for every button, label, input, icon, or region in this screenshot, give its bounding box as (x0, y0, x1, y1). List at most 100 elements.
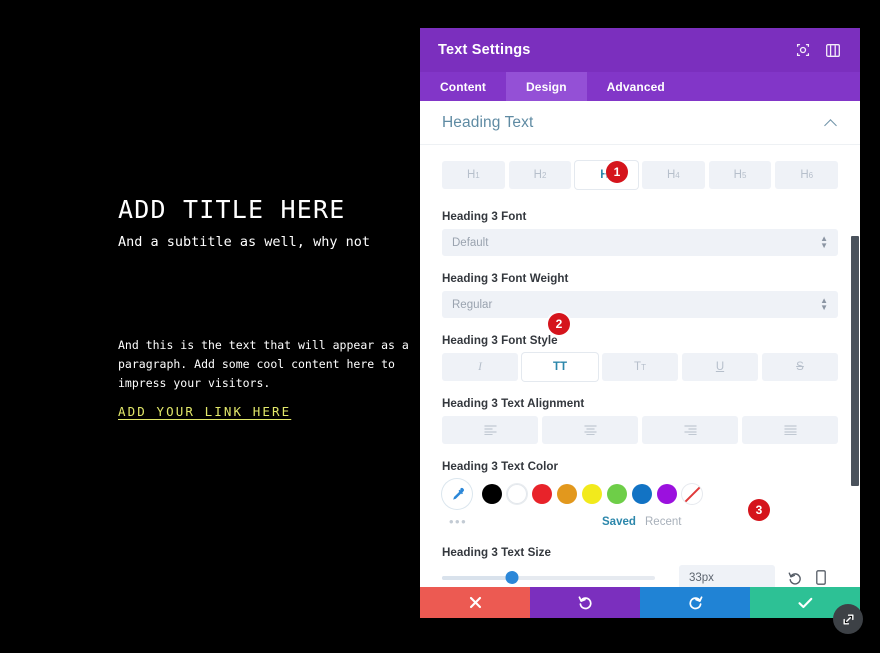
align-center-icon (583, 425, 597, 435)
uppercase-icon: TT (552, 361, 568, 373)
heading-font-label: Heading 3 Font (442, 210, 527, 223)
heading-text-alignment-segmented (442, 416, 838, 444)
color-swatch-green[interactable] (607, 484, 627, 504)
align-right-icon (683, 425, 697, 435)
redo-icon (688, 596, 702, 610)
italic-icon: I (478, 361, 482, 373)
text-settings-modal: Text Settings Content Design Advanced He… (420, 28, 860, 618)
align-left-button[interactable] (442, 416, 538, 444)
font-style-smallcaps-button[interactable]: TT (602, 353, 678, 381)
heading-level-h1[interactable]: H1 (442, 161, 505, 189)
small-caps-icon: TT (634, 361, 646, 373)
color-swatch-yellow[interactable] (582, 484, 602, 504)
chevron-up-icon[interactable] (825, 119, 838, 128)
color-meta-row: ••• Saved Recent (442, 513, 838, 531)
undo-reset-icon[interactable] (787, 569, 803, 587)
tab-design[interactable]: Design (506, 72, 587, 101)
heading-text-alignment-label: Heading 3 Text Alignment (442, 397, 585, 410)
heading-font-field: Heading 3 Font Default ▲ ▼ (442, 210, 838, 256)
annotation-badge-2: 2 (548, 313, 570, 335)
color-swatch-none[interactable] (682, 484, 702, 504)
modal-scroll-thumb[interactable] (851, 236, 859, 486)
color-swatch-blue[interactable] (632, 484, 652, 504)
redo-button[interactable] (640, 587, 750, 618)
strikethrough-icon: S (796, 361, 804, 373)
cancel-button[interactable] (420, 587, 530, 618)
align-justify-icon (783, 425, 797, 435)
color-swatch-white[interactable] (507, 484, 527, 504)
heading-level-field: H1 H2 H3 H4 H5 H6 (442, 161, 839, 189)
heading-level-h2-sub: 2 (541, 170, 547, 180)
text-size-slider[interactable] (442, 571, 655, 584)
heading-level-h5[interactable]: H5 (708, 161, 772, 189)
modal-body: Heading Text H1 H2 H3 H4 H5 H6 Heading 3… (420, 101, 860, 595)
heading-font-weight-select[interactable]: Regular ▲ ▼ (442, 291, 838, 318)
annotation-badge-3: 3 (748, 499, 770, 521)
color-swatch-orange[interactable] (557, 484, 577, 504)
undo-button[interactable] (530, 587, 640, 618)
preview-subtitle[interactable]: And a subtitle as well, why not (118, 234, 438, 252)
heading-text-color-label: Heading 3 Text Color (442, 460, 559, 473)
heading-text-color-field: Heading 3 Text Color ••• Saved Recent (442, 460, 838, 531)
heading-level-h4-sub: 4 (675, 170, 680, 180)
eyedropper-icon[interactable] (442, 479, 472, 509)
heading-level-h1-sub: 1 (475, 170, 480, 180)
heading-level-h2[interactable]: H2 (508, 161, 572, 189)
preview-link[interactable]: ADD YOUR LINK HERE (118, 404, 291, 419)
heading-level-h5-sub: 5 (741, 170, 747, 180)
modal-scrollbar[interactable] (851, 174, 860, 595)
annotation-badge-1: 1 (606, 161, 628, 183)
text-size-row-icons (787, 569, 829, 587)
color-swatch-purple[interactable] (657, 484, 677, 504)
color-swatch-red[interactable] (532, 484, 552, 504)
font-style-italic-button[interactable]: I (442, 353, 518, 381)
heading-text-size-label: Heading 3 Text Size (442, 546, 551, 559)
text-size-slider-handle[interactable] (505, 571, 519, 584)
select-arrows-icon: ▲ ▼ (820, 295, 828, 312)
recent-colors-tab[interactable]: Recent (645, 516, 681, 528)
font-style-strikethrough-button[interactable]: S (762, 353, 838, 381)
resize-handle-icon[interactable] (833, 604, 863, 634)
preview-heading-block: ADD TITLE HERE And a subtitle as well, w… (118, 195, 438, 252)
color-swatch-black[interactable] (482, 484, 502, 504)
heading-text-alignment-field: Heading 3 Text Alignment (442, 397, 838, 444)
mobile-device-icon[interactable] (813, 569, 829, 587)
tab-advanced[interactable]: Advanced (587, 72, 685, 101)
design-fields: H1 H2 H3 H4 H5 H6 Heading 3 Font Default… (420, 145, 860, 595)
align-left-icon (483, 425, 497, 435)
saved-colors-tab[interactable]: Saved (602, 516, 636, 528)
heading-text-size-field: Heading 3 Text Size 33px (442, 546, 838, 590)
check-icon (797, 597, 812, 608)
align-right-button[interactable] (642, 416, 738, 444)
focus-target-icon[interactable] (790, 37, 816, 63)
heading-font-style-label: Heading 3 Font Style (442, 334, 558, 347)
modal-action-bar (420, 587, 860, 618)
heading-font-style-segmented: I TT TT U S (442, 353, 838, 381)
heading-level-segmented: H1 H2 H3 H4 H5 H6 (442, 161, 839, 189)
heading-level-h4[interactable]: H4 (642, 161, 705, 189)
preview-title[interactable]: ADD TITLE HERE (118, 195, 438, 225)
more-colors-icon[interactable]: ••• (449, 515, 467, 528)
modal-header: Text Settings (420, 28, 860, 72)
close-x-icon (469, 596, 481, 609)
modal-tab-bar: Content Design Advanced (420, 72, 860, 101)
heading-font-select[interactable]: Default ▲ ▼ (442, 229, 838, 256)
underline-icon: U (715, 361, 725, 373)
heading-font-style-field: Heading 3 Font Style I TT TT U S (442, 334, 838, 381)
modal-title: Text Settings (438, 42, 531, 58)
heading-font-value: Default (452, 236, 489, 249)
heading-text-section-header[interactable]: Heading Text (420, 101, 860, 145)
heading-font-weight-label: Heading 3 Font Weight (442, 272, 569, 285)
align-justify-button[interactable] (742, 416, 838, 444)
font-style-uppercase-button[interactable]: TT (522, 353, 598, 381)
heading-level-h6-sub: 6 (808, 170, 814, 180)
text-size-slider-fill (442, 575, 513, 580)
preview-paragraph[interactable]: And this is the text that will appear as… (118, 336, 448, 393)
heading-level-h6[interactable]: H6 (775, 161, 839, 189)
select-arrows-icon: ▲ ▼ (820, 233, 828, 250)
font-style-underline-button[interactable]: U (682, 353, 758, 381)
align-center-button[interactable] (542, 416, 638, 444)
tab-content[interactable]: Content (420, 72, 506, 101)
panel-layout-icon[interactable] (820, 37, 846, 63)
section-title: Heading Text (442, 114, 534, 131)
